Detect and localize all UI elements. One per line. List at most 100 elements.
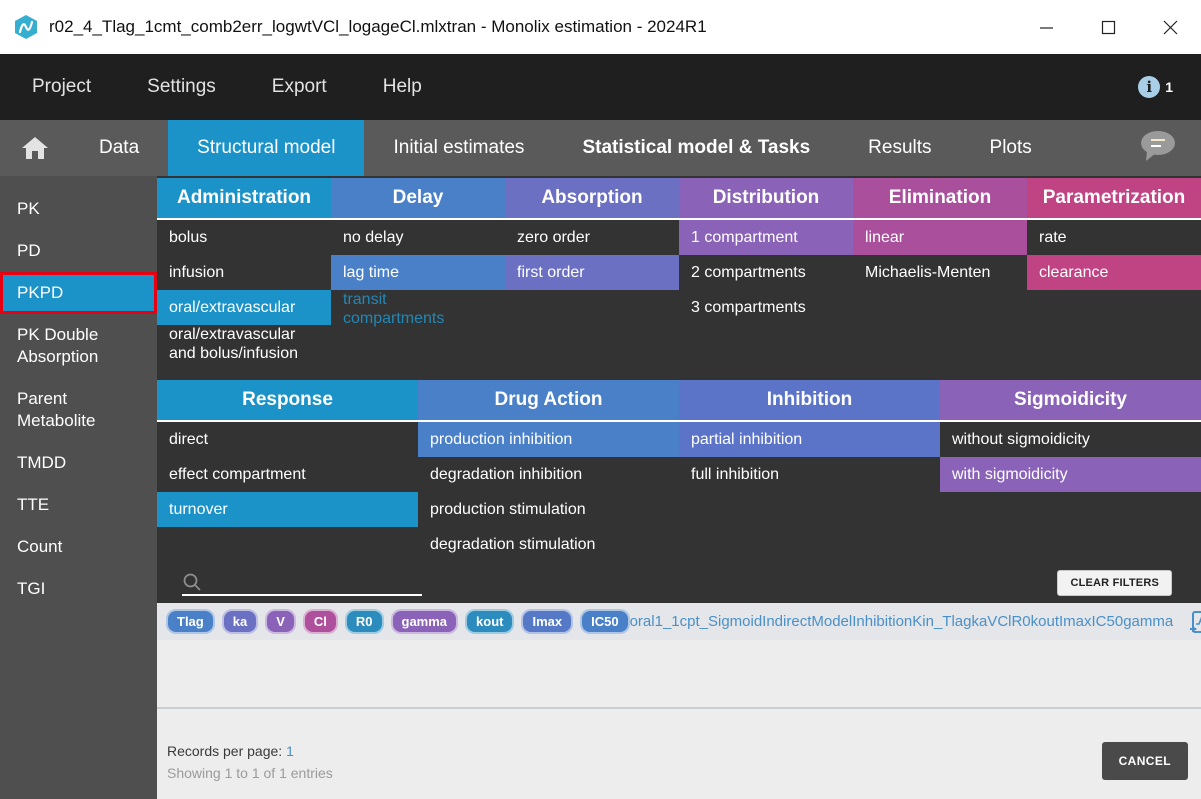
option-degradation-inhibition[interactable]: degradation inhibition [418,457,679,492]
notification-area[interactable]: i 1 [1138,76,1173,98]
option-zero-order[interactable]: zero order [505,220,679,255]
model-link[interactable]: oral1_1cpt_SigmoidIndirectModelInhibitio… [630,613,1174,630]
category-absorption: Absorptionzero orderfirst order [505,178,679,363]
footer-divider [157,707,1201,709]
titlebar: r02_4_Tlag_1cmt_comb2err_logwtVCl_logage… [0,0,1201,54]
category-sigmoidicity: Sigmoidicitywithout sigmoidicitywith sig… [940,380,1201,562]
category-elimination: EliminationlinearMichaelis-Menten [853,178,1027,363]
sidebar-item-pk[interactable]: PK [0,188,157,230]
filter-row: CLEAR FILTERS [157,562,1201,603]
option-2-compartments[interactable]: 2 compartments [679,255,853,290]
clear-filters-button[interactable]: CLEAR FILTERS [1057,570,1172,596]
category-header-administration: Administration [157,178,331,220]
records-per-page: Records per page: 1 [167,743,294,759]
param-badge-ka: ka [222,609,258,634]
menu-item-export[interactable]: Export [272,76,327,98]
param-badge-ic50: IC50 [580,609,629,634]
param-badge-kout: kout [465,609,514,634]
minimize-button[interactable] [1015,0,1077,54]
sidebar-item-tgi[interactable]: TGI [0,568,157,610]
param-badge-cl: Cl [303,609,338,634]
home-icon [21,136,49,160]
showing-entries: Showing 1 to 1 of 1 entries [167,765,333,781]
home-tab[interactable] [0,120,70,176]
option-lag-time[interactable]: lag time [331,255,505,290]
sidebar-item-tte[interactable]: TTE [0,484,157,526]
option-degradation-stimulation[interactable]: degradation stimulation [418,527,679,562]
model-type-sidebar: PKPDPKPDPK Double AbsorptionParent Metab… [0,176,157,799]
window-title: r02_4_Tlag_1cmt_comb2err_logwtVCl_logage… [49,17,707,37]
monolix-app-icon [13,14,39,40]
tab-plots[interactable]: Plots [961,120,1061,176]
option-effect-compartment[interactable]: effect compartment [157,457,418,492]
option-turnover[interactable]: turnover [157,492,418,527]
option-production-inhibition[interactable]: production inhibition [418,422,679,457]
sidebar-item-pkpd[interactable]: PKPD [0,272,157,314]
result-row[interactable]: TlagkaVClR0gammakoutImaxIC50 oral1_1cpt_… [157,603,1201,640]
tab-statistical-model-tasks[interactable]: Statistical model & Tasks [553,120,839,176]
param-badge-gamma: gamma [391,609,459,634]
category-delay: Delayno delaylag timetransit compartment… [331,178,505,363]
option-first-order[interactable]: first order [505,255,679,290]
option-partial-inhibition[interactable]: partial inhibition [679,422,940,457]
option-oral-extravascular-and-bolus-infusion[interactable]: oral/extravascular and bolus/infusion [157,325,331,363]
tab-results[interactable]: Results [839,120,960,176]
category-header-drug-action: Drug Action [418,380,679,422]
category-header-elimination: Elimination [853,178,1027,220]
option-linear[interactable]: linear [853,220,1027,255]
maximize-button[interactable] [1077,0,1139,54]
option-transit-compartments[interactable]: transit compartments [331,290,505,328]
param-badge-imax: Imax [521,609,573,634]
option-without-sigmoidicity[interactable]: without sigmoidicity [940,422,1201,457]
tab-structural-model[interactable]: Structural model [168,120,364,176]
category-parametrization: Parametrizationrateclearance [1027,178,1201,363]
option-direct[interactable]: direct [157,422,418,457]
param-badge-r0: R0 [345,609,384,634]
menu-item-project[interactable]: Project [32,76,91,98]
feedback-bubble[interactable] [1139,129,1177,168]
category-header-distribution: Distribution [679,178,853,220]
sidebar-item-pk-double-absorption[interactable]: PK Double Absorption [0,314,157,378]
category-inhibition: Inhibitionpartial inhibitionfull inhibit… [679,380,940,562]
category-header-parametrization: Parametrization [1027,178,1201,220]
category-distribution: Distribution1 compartment2 compartments3… [679,178,853,363]
option-full-inhibition[interactable]: full inhibition [679,457,940,492]
menu-item-help[interactable]: Help [383,76,422,98]
option-no-delay[interactable]: no delay [331,220,505,255]
sidebar-item-count[interactable]: Count [0,526,157,568]
info-count: 1 [1165,79,1173,95]
menubar: Project Settings Export Help i 1 [0,54,1201,120]
option-rate[interactable]: rate [1027,220,1201,255]
tab-data[interactable]: Data [70,120,168,176]
category-header-delay: Delay [331,178,505,220]
search-box[interactable] [182,564,422,596]
option-clearance[interactable]: clearance [1027,255,1201,290]
option-1-compartment[interactable]: 1 compartment [679,220,853,255]
option-oral-extravascular[interactable]: oral/extravascular [157,290,331,325]
cancel-button[interactable]: CANCEL [1102,742,1188,780]
option-3-compartments[interactable]: 3 compartments [679,290,853,325]
category-response: Responsedirecteffect compartmentturnover [157,380,418,562]
category-header-inhibition: Inhibition [679,380,940,422]
category-header-response: Response [157,380,418,422]
menu-item-settings[interactable]: Settings [147,76,216,98]
model-file-icon[interactable] [1189,610,1201,634]
sidebar-item-pd[interactable]: PD [0,230,157,272]
info-icon[interactable]: i [1138,76,1160,98]
records-per-page-value[interactable]: 1 [286,743,294,759]
tab-initial-estimates[interactable]: Initial estimates [364,120,553,176]
category-header-absorption: Absorption [505,178,679,220]
option-infusion[interactable]: infusion [157,255,331,290]
option-bolus[interactable]: bolus [157,220,331,255]
search-icon [182,572,202,592]
option-michaelis-menten[interactable]: Michaelis-Menten [853,255,1027,290]
sidebar-item-tmdd[interactable]: TMDD [0,442,157,484]
close-button[interactable] [1139,0,1201,54]
model-library: Administrationbolusinfusionoral/extravas… [157,176,1201,799]
category-drug-action: Drug Actionproduction inhibitiondegradat… [418,380,679,562]
option-production-stimulation[interactable]: production stimulation [418,492,679,527]
sidebar-item-parent-metabolite[interactable]: Parent Metabolite [0,378,157,442]
records-per-page-label: Records per page: [167,743,282,759]
search-input[interactable] [208,575,412,594]
option-with-sigmoidicity[interactable]: with sigmoidicity [940,457,1201,492]
